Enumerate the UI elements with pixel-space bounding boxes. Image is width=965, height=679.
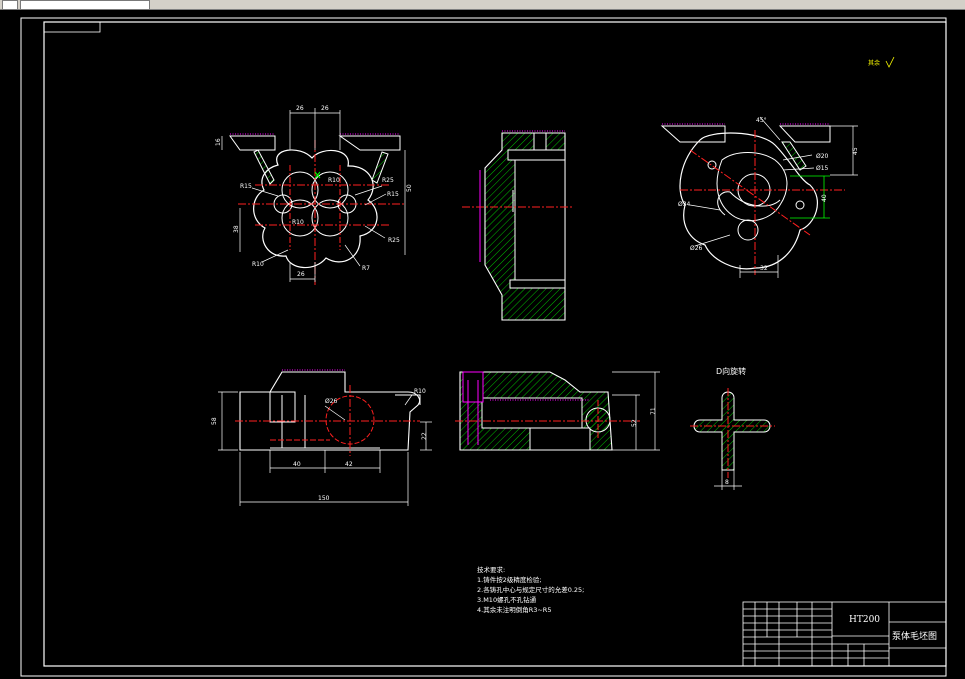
dim-d26: Ø26 bbox=[690, 245, 703, 252]
dim-r7: R7 bbox=[362, 265, 370, 272]
dim-t8: 8 bbox=[725, 479, 729, 486]
view-front: 26 26 16 R15 R10 R25 R15 50 38 R10 R25 R… bbox=[215, 105, 413, 285]
dim-h52: 52 bbox=[631, 419, 638, 427]
dim-h22: 22 bbox=[421, 432, 428, 440]
drawing-title: 泵体毛坯图 bbox=[892, 630, 937, 642]
roughness-note-text: 其余 bbox=[868, 59, 880, 67]
dim-r25a: R25 bbox=[382, 177, 394, 184]
dim-w150: 150 bbox=[318, 495, 330, 502]
dim-r10c: R10 bbox=[252, 261, 264, 268]
dim-dia50: 50 bbox=[406, 184, 413, 192]
dim-d26b: Ø26 bbox=[325, 398, 338, 405]
view-top-right: 45° Ø20 Ø15 45 40 Ø34 Ø26 32 bbox=[660, 116, 859, 278]
dim-ang45: 45° bbox=[756, 117, 767, 124]
technical-requirements: 技术要求: 1.铸件按2级精度检验; 2.各铸孔中心与规定尺寸的允差0.25; … bbox=[477, 565, 584, 614]
dim-top-26a: 26 bbox=[296, 105, 304, 112]
dim-r15b: R15 bbox=[387, 191, 399, 198]
view-section-top bbox=[462, 130, 572, 321]
view-bottom-left: 58 22 40 42 150 R10 Ø26 bbox=[211, 369, 432, 506]
dim-w42: 42 bbox=[345, 461, 353, 468]
requirements-title: 技术要求: bbox=[477, 565, 505, 574]
requirement-1: 1.铸件按2级精度检验; bbox=[477, 575, 542, 584]
dim-h58: 58 bbox=[211, 417, 218, 425]
dim-r10b: R10 bbox=[292, 219, 304, 226]
dim-r10: R10 bbox=[328, 177, 340, 184]
dim-v40: 40 bbox=[821, 194, 828, 202]
corner-label-box bbox=[43, 21, 101, 33]
material-label: HT200 bbox=[849, 615, 880, 625]
view-d-rotated: D向旋转 8 bbox=[690, 366, 775, 490]
requirement-2: 2.各铸孔中心与规定尺寸的允差0.25; bbox=[477, 585, 584, 594]
dim-w40: 40 bbox=[293, 461, 301, 468]
dim-v45: 45 bbox=[852, 147, 859, 155]
view-bottom-middle: 71 52 bbox=[455, 371, 660, 451]
dim-d34: Ø34 bbox=[678, 201, 691, 208]
d-view-label: D向旋转 bbox=[716, 366, 746, 376]
dim-b32: 32 bbox=[760, 265, 768, 272]
requirement-4: 4.其余未注明倒角R3~R5 bbox=[477, 605, 551, 614]
dim-h71: 71 bbox=[650, 407, 657, 415]
dim-top-26b: 26 bbox=[321, 105, 329, 112]
dim-bottom-26: 26 bbox=[297, 271, 305, 278]
requirement-3: 3.M10螺孔不孔钻通 bbox=[477, 595, 537, 604]
dim-r15: R15 bbox=[240, 183, 252, 190]
dim-left-h: 16 bbox=[215, 138, 222, 146]
dim-d15: Ø15 bbox=[816, 165, 829, 172]
dim-r25b: R25 bbox=[388, 237, 400, 244]
dim-h38: 38 bbox=[233, 225, 240, 233]
cad-drawing-canvas[interactable]: 其余 26 26 16 R15 R10 R25 R15 50 38 R10 R2… bbox=[0, 0, 965, 679]
dim-r10d: R10 bbox=[414, 388, 426, 395]
dim-d20: Ø20 bbox=[816, 153, 829, 160]
roughness-note: 其余 bbox=[868, 56, 895, 68]
